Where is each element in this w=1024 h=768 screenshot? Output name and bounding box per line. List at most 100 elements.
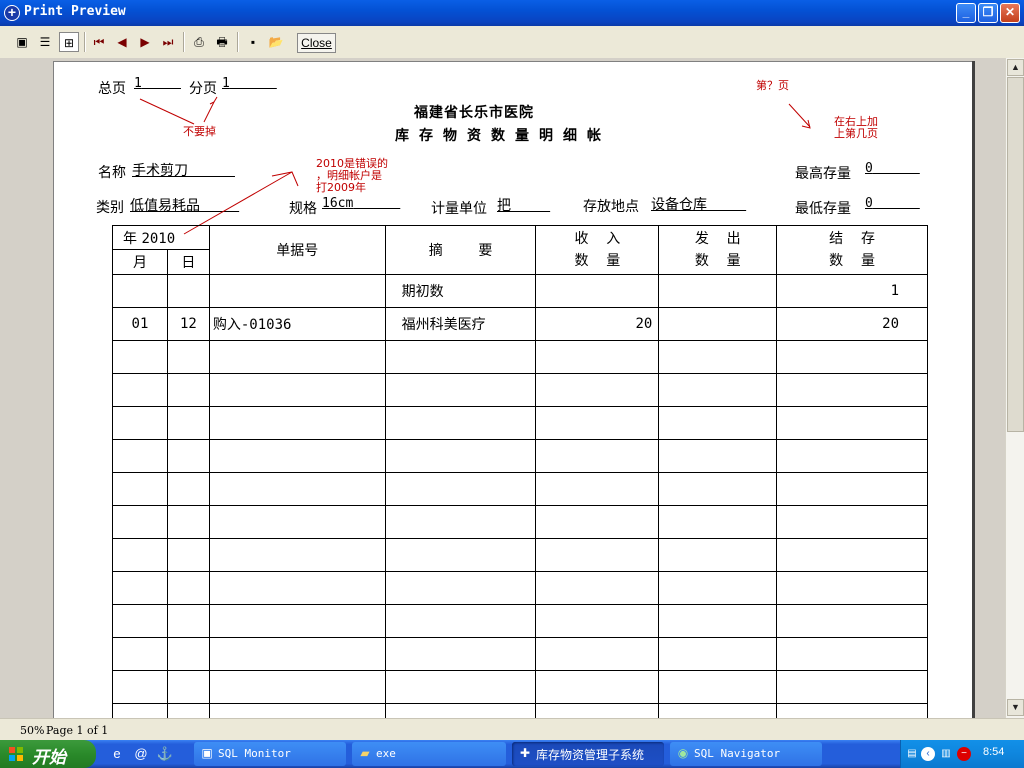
cell-balance [776,604,928,638]
next-page-icon[interactable]: ▶ [135,32,155,52]
cell-balance: 1 [776,274,928,308]
table-row: 01 12 购入-01036 福州科美医疗 20 20 [112,307,928,341]
page-width-icon[interactable]: ☰ [35,32,55,52]
taskbar-sql-monitor[interactable]: ▣ SQL Monitor [194,742,346,766]
cell-balance: 20 [776,307,928,341]
show-hidden-icon[interactable]: ‹ [921,747,935,761]
cell-summary [384,406,537,440]
taskbar-inventory-system[interactable]: ✚ 库存物资管理子系统 [512,742,664,766]
cell-out [658,373,778,407]
table-row [112,670,928,704]
close-button[interactable]: Close [297,33,336,53]
cell-day [166,505,210,539]
cell-out [658,406,778,440]
cell-summary [384,637,537,671]
cell-balance [776,472,928,506]
vertical-scrollbar[interactable]: ▲ ▼ [1005,58,1024,718]
cell-month [112,373,168,407]
network-icon[interactable]: ▥ [939,747,953,761]
cell-in [535,670,660,704]
start-button[interactable]: 开始 [0,740,96,768]
cell-doc [208,340,386,374]
cell-balance [776,538,928,572]
keyboard-icon[interactable]: ▤ [905,747,919,761]
cell-balance [776,637,928,671]
minimize-button[interactable]: _ [956,3,976,23]
zoom-icon[interactable]: ⊞ [59,32,79,52]
cell-day [166,406,210,440]
ie-icon[interactable]: e [108,745,126,763]
table-row [112,505,928,539]
whole-page-icon[interactable]: ▣ [12,32,32,52]
cell-in [535,703,660,718]
cell-summary [384,373,537,407]
cell-month [112,670,168,704]
table-row [112,571,928,605]
cell-day [166,340,210,374]
cell-out [658,505,778,539]
scroll-down-icon[interactable]: ▼ [1007,699,1024,716]
outlook-icon[interactable]: @ [132,745,150,763]
cell-summary [384,703,537,718]
window-title: Print Preview [24,4,126,19]
app-icon: ✚ [519,746,531,760]
first-page-icon[interactable]: ⏮ [89,32,109,52]
cell-summary [384,505,537,539]
table-header-row: 年 2010 单据号 摘 要 收 入数 量 发 出数 量 结 存数 量 [112,225,928,275]
page-shadow [972,61,975,718]
cell-day [166,373,210,407]
cell-summary [384,604,537,638]
cell-month: 01 [112,307,168,341]
preview-area[interactable]: 总页 1 分页 1 福建省长乐市医院 库存物资数量明细帐 名称 手术剪刀 最高存… [0,58,1005,718]
toolbar: ▣ ☰ ⊞ ⏮ ◀ ▶ ⏭ ⎙ 🖶 ▪ 📂 [0,26,1024,59]
cell-out [658,340,778,374]
cell-summary [384,340,537,374]
cell-balance [776,340,928,374]
sql-navigator-icon: ◉ [677,746,689,760]
annotation-year-error-3: 打2009年 [316,181,366,194]
scroll-thumb[interactable] [1007,77,1024,432]
save-icon[interactable]: ▪ [243,32,263,52]
cell-summary [384,538,537,572]
cell-balance [776,406,928,440]
cell-balance [776,670,928,704]
cell-in: 20 [535,307,660,341]
in-qty-header: 收 入数 量 [535,225,660,275]
cell-day [166,439,210,473]
close-window-button[interactable]: ✕ [1000,3,1020,23]
quicklaunch-app-icon[interactable]: ⚓ [156,745,174,763]
cell-in [535,571,660,605]
last-page-icon[interactable]: ⏭ [158,32,178,52]
taskbar-exe-folder[interactable]: ▰ exe [352,742,506,766]
cell-doc [208,439,386,473]
maximize-button[interactable]: ❐ [978,3,998,23]
cell-doc [208,373,386,407]
taskbar-sql-navigator[interactable]: ◉ SQL Navigator [670,742,822,766]
cell-out [658,703,778,718]
annotation-add-2: 上第几页 [834,127,878,140]
cell-day [166,472,210,506]
cell-in [535,472,660,506]
stop-icon[interactable]: − [957,747,971,761]
open-icon[interactable]: 📂 [266,32,286,52]
cell-out [658,439,778,473]
cell-doc [208,472,386,506]
cell-in [535,505,660,539]
start-label: 开始 [32,748,66,768]
system-tray: ▤ ‹ ▥ − 8:54 [900,740,1024,768]
scroll-up-icon[interactable]: ▲ [1007,59,1024,76]
zoom-level: 50% [20,724,45,737]
print-setup-icon[interactable]: ⎙ [189,32,209,52]
cell-summary [384,571,537,605]
table-row [112,373,928,407]
toolbar-separator [183,32,185,52]
table-row [112,538,928,572]
prev-page-icon[interactable]: ◀ [112,32,132,52]
table-row [112,703,928,718]
cell-month [112,604,168,638]
clock: 8:54 [983,746,1005,758]
cell-doc [208,637,386,671]
title-bar[interactable]: + Print Preview _ ❐ ✕ [0,0,1024,26]
day-header: 日 [166,249,210,275]
print-icon[interactable]: 🖶 [212,32,232,52]
